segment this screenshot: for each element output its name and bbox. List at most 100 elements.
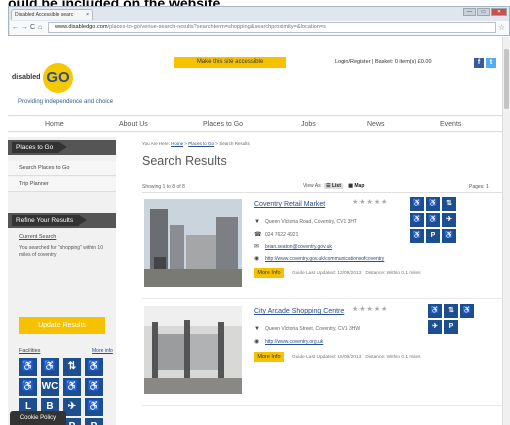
staff-icon[interactable]: ♿ (410, 229, 424, 243)
wheelchair-icon[interactable]: ♿ (63, 378, 81, 396)
more-info-button[interactable]: More Info (254, 268, 284, 278)
wheelchair-assist-icon[interactable]: ♿ (442, 229, 456, 243)
venue-distance: Distance: Within 0.1 miles (365, 355, 421, 360)
minimize-icon[interactable]: — (463, 8, 476, 16)
tab-title: Disabled Accessible searc (15, 12, 74, 18)
nav-news[interactable]: News (367, 116, 385, 133)
divider (142, 192, 502, 193)
venue-website: ◉ http://www.coventry.org.uk (254, 338, 323, 345)
home-icon[interactable]: ⌂ (38, 22, 42, 33)
close-window-icon[interactable]: ✕ (491, 8, 507, 16)
cookie-policy-tab[interactable]: Cookie Policy (10, 411, 66, 425)
venue-title-link[interactable]: City Arcade Shopping Centre (254, 308, 344, 315)
web-page: disabled GO Providing independence and c… (8, 37, 502, 425)
wheelchair-icon[interactable]: ♿ (410, 213, 424, 227)
forward-icon[interactable]: → (21, 22, 28, 33)
facebook-icon[interactable]: f (474, 58, 484, 68)
venue-address-text: Queen Victoria Street, Coventry, CV1 3HW (265, 326, 361, 332)
no-steps-icon[interactable]: ♿ (85, 398, 103, 416)
bookmark-star-icon[interactable]: ☆ (498, 22, 505, 33)
breadcrumb-places-link[interactable]: Places to Go (188, 141, 214, 146)
address-bar-input[interactable]: www.disabledgo.com/places-to-go/venue-se… (48, 22, 496, 33)
view-map-label: Map (354, 183, 365, 189)
tab-close-icon[interactable]: × (86, 10, 89, 20)
nav-jobs[interactable]: Jobs (301, 116, 316, 133)
make-accessible-button[interactable]: Make this site accessible (174, 57, 286, 68)
wheelchair-icon[interactable]: ♿ (85, 358, 103, 376)
venue-facility-icons: ♿ ⇅ ♿ ✈ P (428, 304, 474, 334)
breadcrumb-home-link[interactable]: Home (171, 141, 183, 146)
venue-website-link[interactable]: http://www.coventry.org.uk (265, 339, 323, 345)
nav-places-to-go[interactable]: Places to Go (203, 116, 243, 133)
wheelchair-assist-icon[interactable]: ♿ (85, 378, 103, 396)
rating-stars: ★★★★★ (352, 306, 389, 313)
sidebar-item-trip-planner[interactable]: Trip Planner (8, 177, 116, 192)
sidebar-item-search-places[interactable]: Search Places to Go (8, 161, 116, 176)
location-pin-icon: ▼ (254, 219, 260, 225)
accessible-parking-icon[interactable]: ♿ (428, 304, 442, 318)
results-count: Showing 1 to 8 of 8 (142, 184, 185, 190)
nav-home[interactable]: Home (45, 116, 64, 133)
wheelchair-step-icon[interactable]: ♿ (426, 213, 440, 227)
back-icon[interactable]: ← (12, 22, 19, 33)
login-basket-links[interactable]: Login/Register | Basket: 0 item(s) £0.00 (335, 59, 432, 65)
website-globe-icon: ◉ (254, 256, 260, 262)
current-search-label: Current Search (19, 234, 57, 240)
wheelchair-icon[interactable]: ♿ (410, 197, 424, 211)
venue-title-link[interactable]: Coventry Retail Market (254, 201, 325, 208)
venue-phone-text: 024 7622 4921 (265, 232, 299, 238)
view-list-label: List (331, 183, 341, 189)
venue-email: ✉ brian.seaton@coventry.gov.uk (254, 243, 332, 250)
view-list-button[interactable]: ☰ List (324, 183, 343, 189)
assistance-dog-icon[interactable]: ✈ (442, 213, 456, 227)
more-info-button[interactable]: More Info (254, 352, 284, 362)
social-links: f t (474, 58, 496, 68)
website-globe-icon: ◉ (254, 339, 260, 345)
lift-icon[interactable]: ⇅ (442, 197, 456, 211)
email-icon: ✉ (254, 244, 260, 250)
reload-icon[interactable]: C (30, 22, 35, 33)
venue-website-link[interactable]: http://www.coventry.gov.uk/communication… (265, 256, 384, 262)
places-heading: Places to Go (12, 142, 68, 153)
pagination[interactable]: Pages: 1 (469, 184, 489, 190)
browser-tab[interactable]: Disabled Accessible searc × (11, 9, 93, 20)
parking-icon[interactable]: P (426, 229, 440, 243)
update-results-button[interactable]: Update Results (19, 317, 105, 334)
venue-email-link[interactable]: brian.seaton@coventry.gov.uk (265, 244, 332, 250)
view-map-button[interactable]: ▦ Map (346, 183, 367, 189)
assistance-dog-icon[interactable]: ✈ (428, 320, 442, 334)
sidebar: Places to Go Search Places to Go Trip Pl… (8, 137, 116, 425)
lift-icon[interactable]: ⇅ (444, 304, 458, 318)
logo-go-circle: GO (43, 63, 73, 93)
phone-icon: ☎ (254, 232, 262, 238)
disabled-parking-icon[interactable]: P (85, 418, 103, 425)
main-navigation: Home About Us Places to Go Jobs News Eve… (8, 115, 502, 132)
twitter-icon[interactable]: t (486, 58, 496, 68)
accessible-parking-icon[interactable]: ♿ (426, 197, 440, 211)
scrollbar-thumb[interactable] (504, 49, 509, 109)
breadcrumb: You Are Here: Home > Places to Go > Sear… (142, 141, 250, 146)
toilet-icon[interactable]: WC (41, 378, 59, 396)
nav-about-us[interactable]: About Us (119, 116, 148, 133)
parking-icon[interactable]: P (444, 320, 458, 334)
lift-icon[interactable]: ⇅ (63, 358, 81, 376)
guide-updated: Guide Last Updated: 12/09/2013 (292, 271, 362, 276)
page-title: Search Results (142, 154, 227, 168)
accessible-parking-icon[interactable]: ♿ (41, 358, 59, 376)
venue-photo[interactable] (144, 306, 242, 394)
rating-stars: ★★★★★ (352, 199, 389, 206)
site-tagline: Providing independence and choice (18, 99, 114, 105)
refine-heading: Refine Your Results (12, 215, 88, 226)
maximize-icon[interactable]: ▭ (477, 8, 490, 16)
venue-meta: Guide Last Updated: 12/09/2013 Distance:… (292, 271, 421, 276)
wheelchair-icon[interactable]: ♿ (19, 358, 37, 376)
window-controls: — ▭ ✕ (463, 8, 507, 16)
nav-events[interactable]: Events (440, 116, 461, 133)
venue-photo[interactable] (144, 199, 242, 287)
venue-meta: Guide Last Updated: 15/09/2013 Distance:… (292, 355, 421, 360)
breadcrumb-prefix: You Are Here: (142, 141, 170, 146)
facilities-more-info-link[interactable]: More info (92, 348, 113, 354)
wheelchair-step-icon[interactable]: ♿ (19, 378, 37, 396)
page-scrollbar[interactable] (502, 37, 510, 425)
wheelchair-icon[interactable]: ♿ (460, 304, 474, 318)
